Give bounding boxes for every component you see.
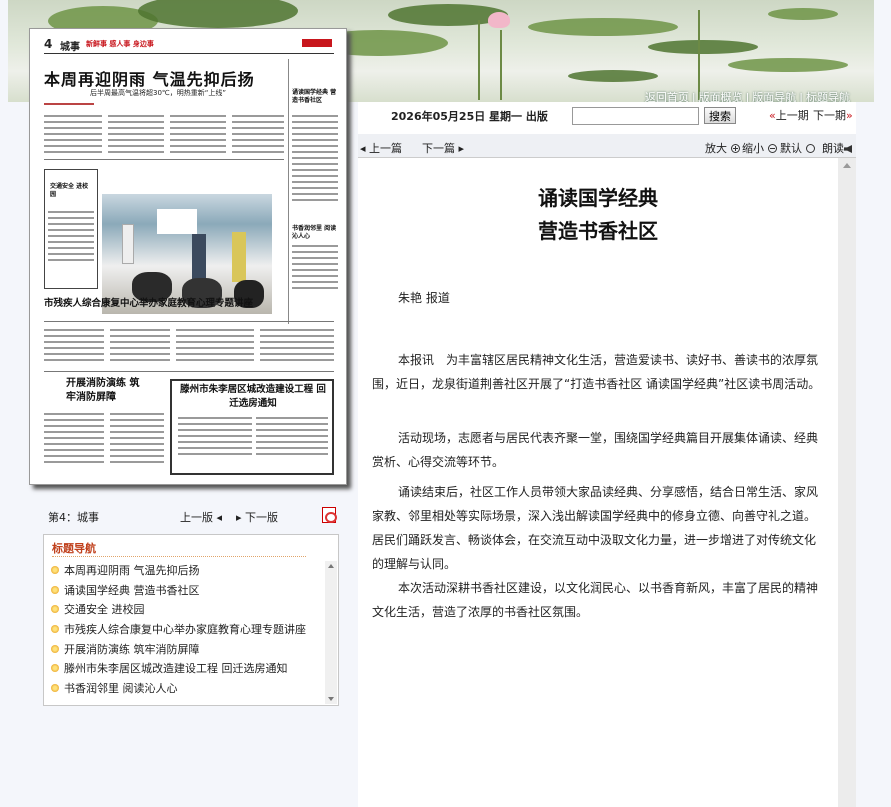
lotus-leaf-decoration [138,0,298,28]
lotus-flower [488,12,510,28]
paper-headline: 本周再迎阴雨 气温先抑后扬 [44,70,255,89]
newspaper-page-image[interactable]: 4 城事 新鲜事 感人事 身边事 本周再迎阴雨 气温先抑后扬 后半周最高气温将超… [29,28,347,485]
article-paragraph: 本报讯 为丰富辖区居民精神文化生活，营造爱读书、读好书、善读书的浓厚氛围，近日，… [372,353,821,391]
default-size-button[interactable]: 默认 [780,140,815,156]
paper-notice-title: 滕州市朱李居区城改造建设工程 回迁选房通知 [180,384,326,409]
article-byline: 朱艳 报道 [398,291,450,305]
prev-article-link[interactable]: ◂ 上一篇 [360,140,402,156]
article-paragraph: 活动现场，志愿者与居民代表齐聚一堂，围绕国学经典篇目开展集体诵读、经典赏析、心得… [372,431,819,469]
title-nav-item[interactable]: 书香润邻里 阅读沁人心 [50,679,322,699]
article-content: 诵读国学经典 营造书香社区 朱艳 报道 本报讯 为丰富辖区居民精神文化生活，营造… [358,158,838,807]
title-nav-header: 标题导航 [52,542,96,555]
scroll-down-icon[interactable] [328,697,334,701]
divider [44,53,334,54]
paper-subline: 后半周最高气温将超30℃，明热重新“上线” [90,89,227,97]
title-nav-item[interactable]: 交通安全 进校园 [50,600,322,620]
top-nav: 返回首页 | 版面概览 | 版面导航 | 标题导航 [644,91,850,102]
lotus-leaf-decoration [768,8,838,20]
page-nav-link[interactable]: 版面导航 [752,91,796,102]
paper-traffic-title: 交通安全 进校园 [50,183,89,198]
paper-logo [302,39,332,47]
speaker-icon [844,145,852,153]
publish-date: 2026年05月25日 星期一 出版 [391,110,548,123]
lotus-leaf-decoration [568,70,658,82]
title-nav-item[interactable]: 诵读国学经典 营造书香社区 [50,581,322,601]
title-nav-item[interactable]: 市残疾人综合康复中心举办家庭教育心理专题讲座 [50,620,322,640]
paper-side-title: 诵读国学经典 营造书香社区 [292,89,337,104]
article-toolbar: ◂ 上一篇 下一篇 ▸ 放大 缩小 默认 朗读 [358,134,856,158]
search-button[interactable]: 搜索 [704,107,736,124]
read-aloud-button[interactable]: 朗读 [822,140,852,156]
paper-story2-title: 市残疾人综合康复中心举办家庭教育心理专题讲座 [44,298,254,309]
lotus-leaf-decoration [528,18,678,36]
title-nav-item[interactable]: 开展消防演练 筑牢消防屏障 [50,640,322,660]
next-article-link[interactable]: 下一篇 ▸ [422,140,464,156]
paper-reading-title: 书香润邻里 阅读沁人心 [292,225,337,240]
lotus-stem [698,10,700,100]
article-scrollbar[interactable] [838,158,856,807]
title-nav-list: 本周再迎阴雨 气温先抑后扬 诵读国学经典 营造书香社区 交通安全 进校园 市残疾… [50,561,322,699]
zoom-in-button[interactable]: 放大 [705,140,740,156]
chevron-right-icon: » [846,109,853,122]
chevron-left-icon: « [769,109,776,122]
paper-story3-title: 开展消防演练 筑牢消防屏障 [66,378,140,403]
prev-page-link[interactable]: 上一版 ◂ [180,509,222,525]
pdf-icon[interactable] [322,507,337,523]
title-nav-link[interactable]: 标题导航 [806,91,850,102]
title-nav-scrollbar[interactable] [325,561,337,704]
page-name: 第4：城事 [48,511,99,524]
divider [52,556,306,557]
default-size-icon [805,144,815,153]
next-issue-link[interactable]: 下一期» [813,107,853,123]
chevron-left-icon: ◂ [216,511,223,524]
search-input[interactable] [572,107,699,125]
lotus-leaf-decoration [728,58,848,72]
chevron-right-icon: ▸ [455,142,465,155]
title-nav-item[interactable]: 滕州市朱李居区城改造建设工程 回迁选房通知 [50,659,322,679]
chevron-right-icon: ▸ [236,511,242,524]
article-paragraph: 诵读结束后，社区工作人员带领大家品读经典、分享感悟，结合日常生活、家风家教、邻里… [372,485,819,571]
overview-link[interactable]: 版面概览 [699,91,743,102]
zoom-in-icon [730,144,740,153]
scroll-up-icon[interactable] [843,163,851,168]
page-nav: 第4：城事 上一版 ◂ ▸ 下一版 [48,507,340,525]
chevron-left-icon: ◂ [360,142,370,155]
article-subtitle: 营造书香社区 [538,219,658,243]
paper-masthead: 4 城事 新鲜事 感人事 身边事 [30,35,346,55]
title-nav-panel: 标题导航 本周再迎阴雨 气温先抑后扬 诵读国学经典 营造书香社区 交通安全 进校… [43,534,339,706]
prev-issue-link[interactable]: «上一期 [769,107,809,123]
article-paragraph: 本次活动深耕书香社区建设，以文化润民心、以书香育新风，丰富了居民的精神文化生活，… [372,581,819,619]
article-title: 诵读国学经典 [538,186,658,210]
next-page-link[interactable]: ▸ 下一版 [236,509,278,525]
zoom-out-button[interactable]: 缩小 [742,140,777,156]
lotus-leaf-decoration [648,40,758,54]
title-nav-item[interactable]: 本周再迎阴雨 气温先抑后扬 [50,561,322,581]
lotus-stem [500,30,502,100]
date-search-bar: 2026年05月25日 星期一 出版 搜索 «上一期 下一期» [358,102,856,134]
zoom-out-icon [767,144,777,153]
home-link[interactable]: 返回首页 [645,91,689,102]
scroll-up-icon[interactable] [328,564,334,568]
lotus-stem [478,20,480,100]
